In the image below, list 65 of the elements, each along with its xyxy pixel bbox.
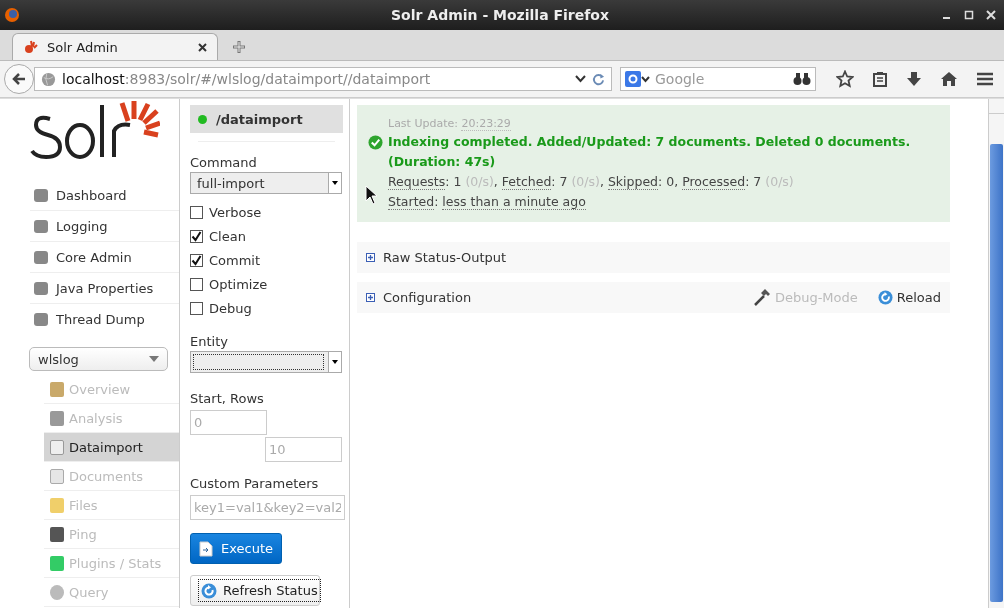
tab-title: Solr Admin — [47, 39, 119, 55]
collapsible-section[interactable]: Raw Status-Output — [357, 242, 950, 273]
url-text: localhost:8983/solr/#/wlslog/dataimport//dataimport — [62, 71, 432, 87]
star-icon[interactable] — [836, 70, 854, 88]
menu-icon[interactable] — [976, 71, 994, 87]
clipboard-icon[interactable] — [872, 71, 888, 87]
browser-tab[interactable]: Solr Admin — [12, 33, 218, 60]
checkbox-label: Commit — [209, 252, 261, 268]
expand-icon — [366, 293, 375, 302]
new-tab-icon[interactable] — [232, 40, 246, 54]
field-label: Entity — [190, 334, 229, 349]
started-text: Started: less than a minute ago — [388, 193, 587, 212]
hammer-icon — [752, 289, 771, 306]
mouse-cursor-icon — [365, 185, 377, 205]
sun-logo-icon — [23, 39, 39, 55]
sidebar-item[interactable]: Thread Dump — [30, 304, 179, 334]
address-bar[interactable]: localhost:8983/solr/#/wlslog/dataimport//dataimport — [34, 67, 612, 91]
execute-button[interactable]: Execute — [190, 533, 282, 564]
scrollbar[interactable] — [988, 99, 1004, 608]
refresh-status-button[interactable]: Refresh Status — [190, 575, 320, 606]
close-icon[interactable] — [198, 42, 207, 52]
binoculars-icon[interactable] — [793, 72, 811, 86]
expand-icon — [366, 253, 375, 262]
search-engine-icon[interactable] — [625, 71, 651, 87]
browser-logo-icon — [4, 7, 20, 23]
checkbox[interactable] — [190, 253, 203, 267]
back-arrow-icon — [11, 71, 27, 87]
checkbox[interactable] — [190, 301, 203, 315]
custom-parameters-field[interactable]: key1=val1&key2=val2 — [190, 495, 345, 520]
status-message: Indexing completed. Added/Updated: 7 documents. Deleted 0 documents. (Duration: 47s) — [388, 133, 912, 171]
checkbox-label: Clean — [209, 228, 246, 244]
window-title: Solr Admin - Mozilla Firefox — [391, 7, 609, 23]
globe-icon — [41, 71, 56, 87]
start-field[interactable]: 0 — [190, 410, 267, 435]
sidebar-item[interactable]: Java Properties — [30, 273, 179, 304]
refresh-icon — [877, 290, 893, 305]
sidebar-item[interactable]: Logging — [30, 211, 179, 242]
checkbox[interactable] — [190, 229, 203, 243]
dropdown-icon[interactable] — [575, 75, 586, 83]
sidebar-item[interactable]: Core Admin — [30, 242, 179, 273]
back-button[interactable] — [4, 64, 34, 94]
rows-field[interactable]: 10 — [265, 437, 342, 462]
core-selector[interactable]: wlslog — [29, 347, 168, 371]
search-field[interactable]: Google — [620, 67, 816, 91]
download-icon[interactable] — [906, 71, 922, 87]
checkbox[interactable] — [190, 277, 203, 291]
maximize-icon[interactable] — [964, 10, 974, 20]
field-label: Custom Parameters — [190, 476, 320, 491]
command-select[interactable]: full-import — [190, 172, 342, 194]
checkbox-label: Debug — [209, 300, 252, 316]
field-label: Start, Rows — [190, 391, 265, 406]
last-update-text: Last Update: 20:23:29 — [388, 117, 512, 130]
checkbox-label: Verbose — [209, 204, 262, 220]
checkbox[interactable] — [190, 205, 203, 219]
entity-select[interactable] — [190, 351, 342, 373]
checkbox-label: Optimize — [209, 276, 268, 292]
check-circle-icon — [368, 135, 383, 150]
sidebar-item[interactable]: Dashboard — [30, 180, 179, 211]
reload-button[interactable]: Reload — [877, 290, 941, 305]
reload-icon[interactable] — [592, 72, 605, 86]
field-label: Command — [190, 155, 258, 170]
refresh-icon — [201, 582, 217, 599]
home-icon[interactable] — [940, 71, 958, 87]
core-menu-item[interactable]: Dataimport — [44, 433, 179, 462]
caret-icon — [149, 356, 159, 362]
